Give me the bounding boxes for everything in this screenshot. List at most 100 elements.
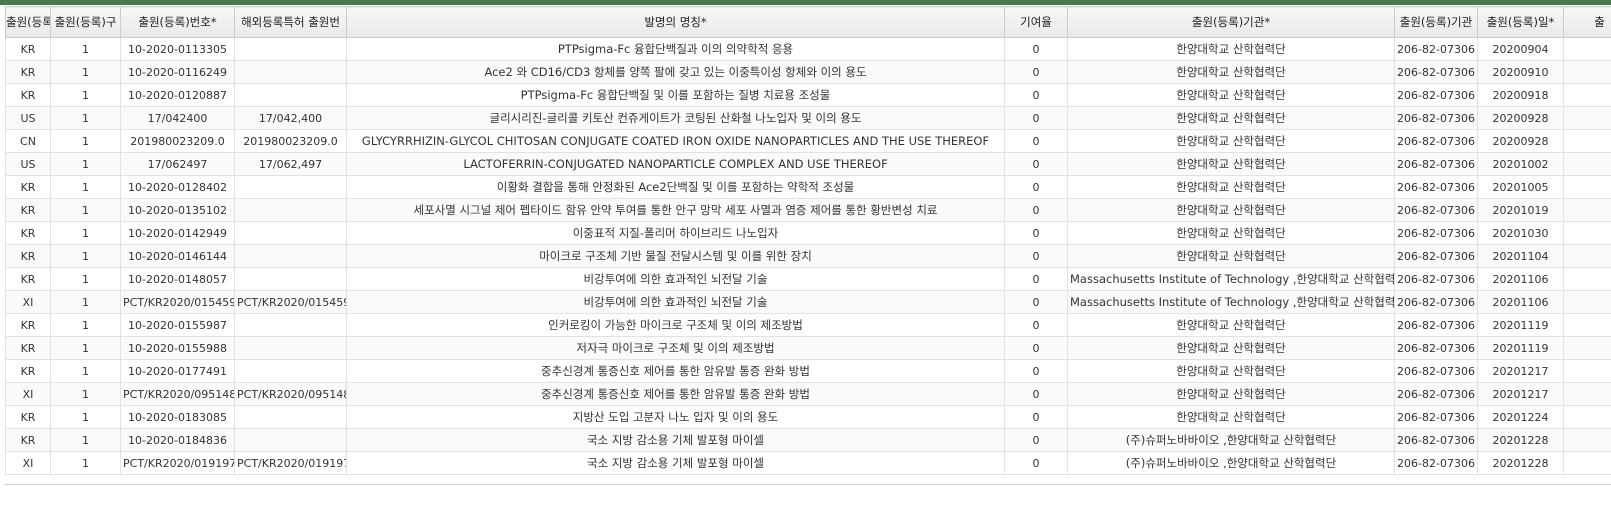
- contribution-cell: 0: [1004, 60, 1068, 84]
- country-cell: KR: [5, 267, 51, 291]
- extra-cell: [1563, 129, 1611, 153]
- foreign-number-cell: [234, 37, 347, 61]
- table-row[interactable]: KR 1 10-2020-0146144 마이크로 구조체 기반 물질 전달시스템 및…: [5, 244, 1611, 268]
- table-row[interactable]: KR 1 10-2020-0155987 인커로킹이 가능한 마이크로 구조체 및 이…: [5, 313, 1611, 337]
- org-cell: 한양대학교 산학협력단: [1067, 359, 1395, 383]
- column-header[interactable]: 해외등록특허 출원번: [234, 6, 347, 38]
- org-cell: 한양대학교 산학협력단: [1067, 382, 1395, 406]
- foreign-number-cell: [234, 175, 347, 199]
- type-cell: 1: [50, 336, 121, 360]
- title-cell: 인커로킹이 가능한 마이크로 구조체 및 이의 제조방법: [346, 313, 1005, 337]
- extra-cell: [1563, 106, 1611, 130]
- column-header[interactable]: 발명의 명칭*: [346, 6, 1005, 38]
- table-row[interactable]: CN 1 201980023209.0 201980023209.0 GLYCYRRHI…: [5, 129, 1611, 153]
- column-header[interactable]: 출원(등록)구: [50, 6, 121, 38]
- extra-cell: [1563, 152, 1611, 176]
- table-row[interactable]: KR 1 10-2020-0120887 PTPsigma-Fc 융합단백질 및 이를…: [5, 83, 1611, 107]
- column-header[interactable]: 출원(등록)번호*: [120, 6, 235, 38]
- date-cell: 20201228: [1477, 428, 1564, 452]
- type-cell: 1: [50, 129, 121, 153]
- org-reg-number-cell: 206-82-07306: [1394, 152, 1478, 176]
- extra-cell: [1563, 428, 1611, 452]
- table-row[interactable]: US 1 17/062497 17/062,497 LACTOFERRIN-CONJUG…: [5, 152, 1611, 176]
- table-row[interactable]: US 1 17/042400 17/042,400 글리시리진-글리콜 키토산 컨쥬게이…: [5, 106, 1611, 130]
- extra-cell: [1563, 336, 1611, 360]
- org-reg-number-cell: 206-82-07306: [1394, 290, 1478, 314]
- table-row[interactable]: KR 1 10-2020-0148057 비강투여에 의한 효과적인 뇌전달 기술 0 M…: [5, 267, 1611, 291]
- org-cell: 한양대학교 산학협력단: [1067, 106, 1395, 130]
- country-cell: US: [5, 152, 51, 176]
- table-row[interactable]: KR 1 10-2020-0128402 이황화 결합을 통해 안정화된 Ace2단백…: [5, 175, 1611, 199]
- table-row[interactable]: XI 1 PCT/KR2020/015459 PCT/KR2020/015459 비강투…: [5, 290, 1611, 314]
- table-row[interactable]: KR 1 10-2020-0113305 PTPsigma-Fc 융합단백질과 이의 …: [5, 37, 1611, 61]
- contribution-cell: 0: [1004, 83, 1068, 107]
- contribution-cell: 0: [1004, 313, 1068, 337]
- org-cell: 한양대학교 산학협력단: [1067, 83, 1395, 107]
- extra-cell: [1563, 451, 1611, 475]
- foreign-number-cell: [234, 198, 347, 222]
- contribution-cell: 0: [1004, 428, 1068, 452]
- extra-cell: [1563, 175, 1611, 199]
- date-cell: 20200928: [1477, 106, 1564, 130]
- foreign-number-cell: PCT/KR2020/019197: [234, 451, 347, 475]
- type-cell: 1: [50, 221, 121, 245]
- column-header[interactable]: 출: [1563, 6, 1611, 38]
- application-number-cell: 10-2020-0113305: [120, 37, 235, 61]
- foreign-number-cell: [234, 359, 347, 383]
- table-row[interactable]: KR 1 10-2020-0184836 국소 지방 감소용 기체 발포형 마이셀 0(…: [5, 428, 1611, 452]
- table-body: KR 1 10-2020-0113305 PTPsigma-Fc 융합단백질과 이의 …: [5, 37, 1611, 475]
- org-reg-number-cell: 206-82-07306: [1394, 129, 1478, 153]
- country-cell: KR: [5, 60, 51, 84]
- title-cell: 중추신경계 통증신호 제어를 통한 암유발 통증 완화 방법: [346, 359, 1005, 383]
- contribution-cell: 0: [1004, 244, 1068, 268]
- table-row[interactable]: KR 1 10-2020-0183085 지방산 도입 고분자 나노 입자 및 이의 …: [5, 405, 1611, 429]
- table-row[interactable]: KR 1 10-2020-0116249 Ace2 와 CD16/CD3 항체를 양쪽…: [5, 60, 1611, 84]
- table-row[interactable]: KR 1 10-2020-0177491 중추신경계 통증신호 제어를 통한 암유발 …: [5, 359, 1611, 383]
- title-cell: 지방산 도입 고분자 나노 입자 및 이의 용도: [346, 405, 1005, 429]
- application-number-cell: 10-2020-0184836: [120, 428, 235, 452]
- country-cell: KR: [5, 221, 51, 245]
- data-grid-window: 출원(등록 출원(등록)구 출원(등록)번호* 해외등록특허 출원번 발명의 명…: [0, 0, 1611, 511]
- column-header[interactable]: 출원(등록: [5, 6, 51, 38]
- org-cell: 한양대학교 산학협력단: [1067, 198, 1395, 222]
- extra-cell: [1563, 244, 1611, 268]
- column-header[interactable]: 출원(등록)기관*: [1067, 6, 1395, 38]
- column-header[interactable]: 출원(등록)기관: [1394, 6, 1478, 38]
- type-cell: 1: [50, 198, 121, 222]
- date-cell: 20200910: [1477, 60, 1564, 84]
- contribution-cell: 0: [1004, 175, 1068, 199]
- type-cell: 1: [50, 175, 121, 199]
- type-cell: 1: [50, 405, 121, 429]
- org-reg-number-cell: 206-82-07306: [1394, 405, 1478, 429]
- table-row[interactable]: KR 1 10-2020-0155988 저자극 마이크로 구조체 및 이의 제조방법…: [5, 336, 1611, 360]
- date-cell: 20201217: [1477, 359, 1564, 383]
- table-row[interactable]: KR 1 10-2020-0142949 이중표적 지질-폴리머 하이브리드 나노입자…: [5, 221, 1611, 245]
- title-cell: 글리시리진-글리콜 키토산 컨쥬게이트가 코팅된 산화철 나노입자 및 이의 용…: [346, 106, 1005, 130]
- contribution-cell: 0: [1004, 359, 1068, 383]
- column-header[interactable]: 출원(등록)일*: [1477, 6, 1564, 38]
- title-cell: 비강투여에 의한 효과적인 뇌전달 기술: [346, 267, 1005, 291]
- org-reg-number-cell: 206-82-07306: [1394, 198, 1478, 222]
- date-cell: 20201104: [1477, 244, 1564, 268]
- contribution-cell: 0: [1004, 198, 1068, 222]
- column-header[interactable]: 기여율: [1004, 6, 1068, 38]
- table-header-row: 출원(등록 출원(등록)구 출원(등록)번호* 해외등록특허 출원번 발명의 명…: [5, 6, 1611, 38]
- table-row[interactable]: XI 1 PCT/KR2020/095148 PCT/KR2020/095148 중추신…: [5, 382, 1611, 406]
- grid-bottom-border: [5, 484, 1611, 485]
- org-reg-number-cell: 206-82-07306: [1394, 428, 1478, 452]
- contribution-cell: 0: [1004, 405, 1068, 429]
- org-reg-number-cell: 206-82-07306: [1394, 336, 1478, 360]
- foreign-number-cell: [234, 60, 347, 84]
- table-row[interactable]: XI 1 PCT/KR2020/019197 PCT/KR2020/019197 국소 …: [5, 451, 1611, 475]
- contribution-cell: 0: [1004, 451, 1068, 475]
- application-number-cell: 10-2020-0142949: [120, 221, 235, 245]
- application-number-cell: 10-2020-0135102: [120, 198, 235, 222]
- country-cell: KR: [5, 313, 51, 337]
- table-row[interactable]: KR 1 10-2020-0135102 세포사멸 시그널 제어 펩타이드 함유 안약…: [5, 198, 1611, 222]
- org-reg-number-cell: 206-82-07306: [1394, 313, 1478, 337]
- org-reg-number-cell: 206-82-07306: [1394, 451, 1478, 475]
- date-cell: 20201119: [1477, 313, 1564, 337]
- type-cell: 1: [50, 267, 121, 291]
- foreign-number-cell: [234, 244, 347, 268]
- title-cell: GLYCYRRHIZIN-GLYCOL CHITOSAN CONJUGATE C…: [346, 129, 1005, 153]
